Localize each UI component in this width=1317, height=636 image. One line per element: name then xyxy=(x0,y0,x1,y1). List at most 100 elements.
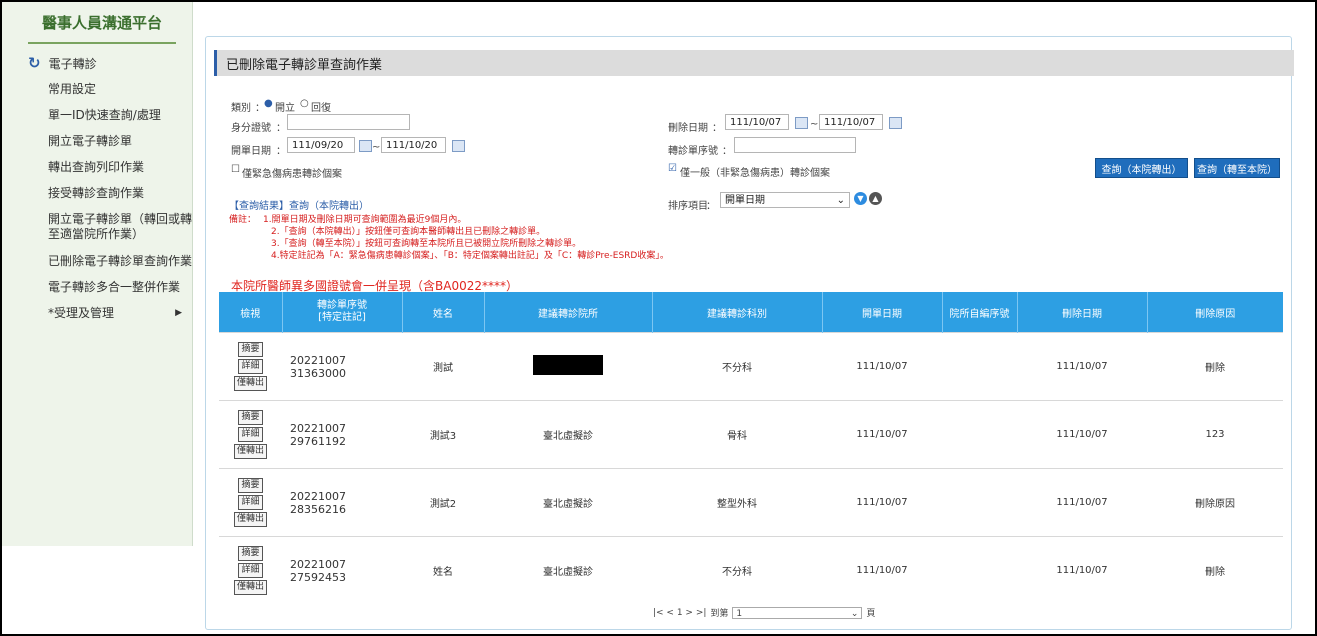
note-line: 2.「查詢（本院轉出）」按鈕僅可查詢本醫師轉出且已刪除之轉診單。 xyxy=(271,227,546,237)
transfer-out-button[interactable]: 僅轉出 xyxy=(233,580,267,595)
notes-prefix: 備註： xyxy=(229,215,257,225)
table-row: 摘要詳細僅轉出 20221007 31363000 測試 不分科 111/10/… xyxy=(219,332,1283,401)
category-label: 類別 xyxy=(231,103,251,114)
sidebar: 醫事人員溝通平台 ↻ 電子轉診 常用設定 單一ID快速查詢/處理 開立電子轉診單… xyxy=(2,2,193,546)
delete-date-from-input[interactable]: 111/10/07 xyxy=(725,114,789,130)
general-checkbox-label: 僅一般（非緊急傷病患）轉診個案 xyxy=(680,168,830,179)
sidebar-item-accept[interactable]: 接受轉診查詢作業 xyxy=(2,180,192,206)
page-select[interactable]: 1 ⌄ xyxy=(732,606,863,619)
column-header: 開單日期 xyxy=(822,292,943,333)
general-checkbox[interactable]: ☑ xyxy=(668,163,677,174)
sort-desc-icon[interactable]: ▼ xyxy=(854,192,867,205)
chevron-right-icon: ▶ xyxy=(175,307,182,318)
detail-button[interactable]: 詳細 xyxy=(238,495,263,510)
delete-date-label: 刪除日期 xyxy=(668,123,708,134)
open-date-from-input[interactable]: 111/09/20 xyxy=(287,137,355,153)
sidebar-item-print[interactable]: 轉出查詢列印作業 xyxy=(2,154,192,180)
own-no-cell xyxy=(942,332,1017,401)
emergency-checkbox[interactable]: ☐ xyxy=(231,164,240,175)
sidebar-item-deleted[interactable]: 已刪除電子轉診單查詢作業 xyxy=(2,248,192,274)
sort-label: 排序項目 xyxy=(668,201,708,212)
own-no-cell xyxy=(942,536,1017,604)
open-date-cell: 111/10/07 xyxy=(822,332,942,401)
sidebar-item-single-id[interactable]: 單一ID快速查詢/處理 xyxy=(2,102,192,128)
sidebar-item-merge[interactable]: 電子轉診多合一整併作業 xyxy=(2,274,192,300)
serial-cell: 20221007 29761192 xyxy=(282,400,402,469)
hospital-cell: 臺北虛擬診 xyxy=(484,536,652,604)
hospital-cell: 臺北虛擬診 xyxy=(484,400,652,469)
sidebar-item-manage-label: *受理及管理 xyxy=(48,305,115,320)
open-date-label: 開單日期 xyxy=(231,146,271,157)
id-input[interactable] xyxy=(287,114,410,130)
sidebar-item-settings[interactable]: 常用設定 xyxy=(2,76,192,102)
sidebar-item-open-referral[interactable]: 開立電子轉診單 xyxy=(2,128,192,154)
detail-button[interactable]: 詳細 xyxy=(238,427,263,442)
delete-date-cell: 111/10/07 xyxy=(1017,332,1147,401)
open-date-cell: 111/10/07 xyxy=(822,468,942,537)
calendar-icon[interactable] xyxy=(452,140,465,152)
sort-asc-icon[interactable]: ▲ xyxy=(869,192,882,205)
hospital-cell xyxy=(484,332,652,401)
radio-open[interactable]: ● xyxy=(264,98,273,109)
transfer-out-button[interactable]: 僅轉出 xyxy=(233,376,267,391)
reason-cell: 123 xyxy=(1147,400,1283,469)
brand-title: 醫事人員溝通平台 xyxy=(28,2,176,44)
calendar-icon[interactable] xyxy=(889,117,902,129)
results-table: 檢視 轉診單序號 [特定註記] 姓名 建議轉診院所 建議轉診科別 開單日期 院所… xyxy=(219,292,1283,604)
delete-date-to-input[interactable]: 111/10/07 xyxy=(819,114,883,130)
open-date-cell: 111/10/07 xyxy=(822,536,942,604)
dept-cell: 不分科 xyxy=(652,332,822,401)
referral-no-input[interactable] xyxy=(734,137,856,153)
dept-cell: 骨科 xyxy=(652,400,822,469)
calendar-icon[interactable] xyxy=(795,117,808,129)
transfer-out-button[interactable]: 僅轉出 xyxy=(233,444,267,459)
refresh-icon: ↻ xyxy=(28,54,41,72)
name-cell: 測試 xyxy=(402,332,484,401)
referral-no-label: 轉診單序號 xyxy=(668,146,718,157)
serial-cell: 20221007 31363000 xyxy=(282,332,402,401)
column-header: 姓名 xyxy=(402,292,485,333)
reason-cell: 刪除 xyxy=(1147,332,1283,401)
summary-button[interactable]: 摘要 xyxy=(238,410,263,425)
chevron-down-icon: ⌄ xyxy=(836,195,845,206)
sidebar-section-label: 電子轉診 xyxy=(48,56,97,71)
summary-button[interactable]: 摘要 xyxy=(238,478,263,493)
pager-nav[interactable]: |< < 1 > >| xyxy=(653,608,706,618)
radio-open-label: 開立 xyxy=(275,103,295,114)
summary-button[interactable]: 摘要 xyxy=(238,546,263,561)
id-label: 身分證號 xyxy=(231,123,271,134)
calendar-icon[interactable] xyxy=(359,140,372,152)
column-header: 轉診單序號 [特定註記] xyxy=(282,292,403,333)
transfer-out-button[interactable]: 僅轉出 xyxy=(233,512,267,527)
radio-reply[interactable]: ○ xyxy=(300,98,309,109)
column-header: 刪除日期 xyxy=(1017,292,1148,333)
detail-button[interactable]: 詳細 xyxy=(238,563,263,578)
serial-cell: 20221007 28356216 xyxy=(282,468,402,537)
table-row: 摘要 詳細 僅轉出 20221007 29761192 測試3 臺北虛擬診 骨科 1… xyxy=(219,400,1283,469)
column-header: 建議轉診院所 xyxy=(484,292,653,333)
delete-date-cell: 111/10/07 xyxy=(1017,468,1147,537)
sidebar-item-manage[interactable]: *受理及管理 ▶ xyxy=(2,300,192,326)
summary-button[interactable]: 摘要 xyxy=(238,342,263,357)
serial-cell: 20221007 27592453 xyxy=(282,536,402,604)
hospital-cell: 臺北虛擬診 xyxy=(484,468,652,537)
pager: |< < 1 > >| 到第 1 ⌄ 頁 xyxy=(653,606,875,619)
column-header: 建議轉診科別 xyxy=(652,292,823,333)
dept-cell: 不分科 xyxy=(652,536,822,604)
note-line: 4.特定註記為「A：緊急傷病患轉診個案」、「B：特定個案轉出註記」及「C：轉診P… xyxy=(271,251,669,261)
query-in-button[interactable]: 查詢（轉至本院） xyxy=(1194,158,1280,178)
query-out-button[interactable]: 查詢（本院轉出） xyxy=(1095,158,1188,178)
sort-select[interactable]: 開單日期 ⌄ xyxy=(720,192,850,208)
redacted-block xyxy=(533,355,603,375)
note-line: 1.開單日期及刪除日期可查詢範圍為最近9個月內。 xyxy=(263,215,467,225)
sidebar-section-referral[interactable]: ↻ 電子轉診 xyxy=(2,50,192,76)
open-date-to-input[interactable]: 111/10/20 xyxy=(381,137,446,153)
column-header: 院所自編序號 xyxy=(942,292,1018,333)
pager-goto-label: 到第 xyxy=(710,609,729,619)
table-row: 摘要 詳細 僅轉出 20221007 27592453 姓名 臺北虛擬診 不分科 1… xyxy=(219,536,1283,604)
detail-button[interactable]: 詳細 xyxy=(238,359,263,374)
sidebar-item-open-return[interactable]: 開立電子轉診單（轉回或轉至適當院所作業） xyxy=(2,206,192,248)
reason-cell: 刪除 xyxy=(1147,536,1283,604)
page-title: 已刪除電子轉診單查詢作業 xyxy=(226,57,383,73)
emergency-checkbox-label: 僅緊急傷病患轉診個案 xyxy=(242,169,342,180)
